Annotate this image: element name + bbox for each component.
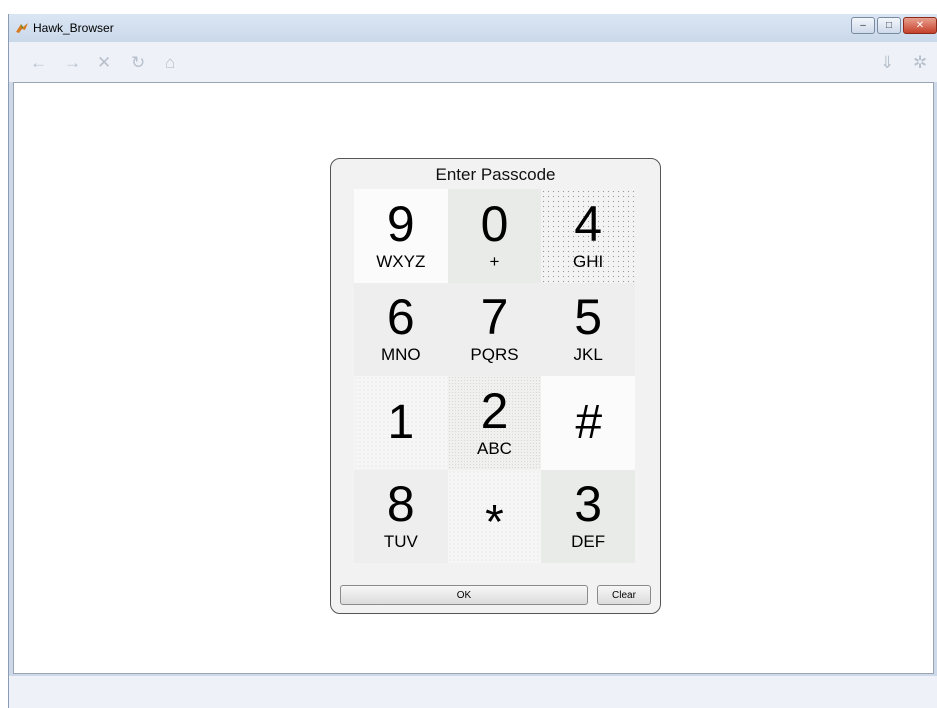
dialog-title: Enter Passcode	[435, 165, 556, 184]
key-6[interactable]: 6 MNO	[354, 282, 448, 376]
key-digit: #	[574, 395, 602, 449]
back-arrow-icon[interactable]: ←	[30, 54, 47, 71]
key-digit: 5	[574, 289, 603, 346]
key-3[interactable]: 3 DEF	[541, 469, 635, 563]
key-digit: 9	[386, 195, 415, 252]
forward-arrow-icon[interactable]: →	[64, 54, 81, 71]
maximize-button[interactable]: □	[877, 17, 901, 34]
key-digit: 1	[387, 395, 415, 449]
title-bar: Hawk_Browser – □ ✕	[9, 14, 937, 42]
key-letters: TUV	[383, 532, 418, 552]
key-star[interactable]: *	[447, 469, 542, 563]
keypad: 9 WXYZ 0 + 4 GHI 6 MNO 7 PQRS 5 JKL 1 2 …	[354, 189, 635, 563]
key-2[interactable]: 2 ABC	[447, 376, 542, 470]
key-letters: ABC	[477, 438, 512, 458]
window-title: Hawk_Browser	[33, 21, 114, 35]
home-icon[interactable]: ⌂	[165, 54, 175, 71]
stop-icon[interactable]: ✕	[97, 54, 111, 71]
key-5[interactable]: 5 JKL	[541, 282, 635, 376]
key-letters: MNO	[380, 345, 421, 365]
key-letters: PQRS	[470, 345, 519, 365]
key-letters: DEF	[571, 532, 606, 552]
clear-button[interactable]: Clear	[597, 585, 651, 605]
window-controls: – □ ✕	[851, 17, 937, 34]
hawk-app-icon	[16, 23, 28, 33]
key-letters: GHI	[573, 251, 604, 271]
key-digit: 0	[480, 195, 509, 252]
key-digit: 6	[386, 289, 415, 346]
minimize-button[interactable]: –	[851, 17, 875, 34]
status-bar	[9, 676, 937, 708]
key-digit: 2	[480, 382, 509, 439]
key-digit: *	[485, 496, 504, 550]
key-hash[interactable]: #	[541, 376, 635, 470]
key-8[interactable]: 8 TUV	[354, 469, 448, 563]
key-letters: JKL	[573, 345, 603, 365]
passcode-dialog: Enter Passcode 9 WXYZ 0 + 4 GHI 6 MNO 7 …	[330, 158, 661, 614]
download-icon[interactable]: ⇓	[880, 54, 894, 71]
key-7[interactable]: 7 PQRS	[447, 282, 542, 376]
key-9[interactable]: 9 WXYZ	[354, 189, 448, 283]
reload-icon[interactable]: ↻	[131, 54, 145, 71]
key-0[interactable]: 0 +	[447, 189, 542, 283]
key-digit: 4	[574, 195, 603, 252]
settings-gear-icon[interactable]: ✲	[913, 54, 927, 71]
ok-button[interactable]: OK	[340, 585, 588, 605]
key-letters: WXYZ	[376, 251, 426, 271]
browser-toolbar: ← → ✕ ↻ ⌂ ⇓ ✲	[9, 42, 937, 82]
key-digit: 8	[386, 476, 415, 533]
key-1[interactable]: 1	[354, 376, 448, 470]
close-button[interactable]: ✕	[903, 17, 937, 34]
key-4[interactable]: 4 GHI	[541, 189, 635, 283]
key-digit: 3	[574, 476, 603, 533]
key-digit: 7	[480, 289, 509, 346]
key-letters: +	[489, 251, 500, 271]
